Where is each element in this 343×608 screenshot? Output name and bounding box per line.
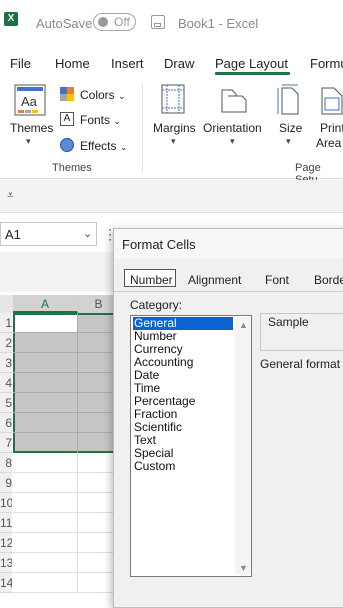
name-box[interactable]: A1 ⌄ xyxy=(0,222,97,246)
select-all-corner[interactable] xyxy=(0,295,13,313)
row-header[interactable]: 4 xyxy=(0,373,12,393)
row-header[interactable]: 10 xyxy=(0,493,12,513)
scroll-up-icon[interactable]: ▲ xyxy=(239,320,248,330)
selection-border xyxy=(13,313,120,453)
fonts-label: Fonts xyxy=(80,113,111,127)
title-bar: X AutoSave Off Book1 - Excel xyxy=(0,0,343,48)
category-scrollbar[interactable]: ▲ ▼ xyxy=(235,317,251,575)
row-header[interactable]: 3 xyxy=(0,353,12,373)
autosave-label: AutoSave xyxy=(36,16,93,31)
category-list[interactable]: General Number Currency Accounting Date Time P… xyxy=(130,315,252,577)
size-button[interactable] xyxy=(276,84,302,119)
print-area-label-1: Print xyxy=(320,121,343,135)
grid-cell[interactable] xyxy=(13,533,78,553)
scroll-down-icon[interactable]: ▼ xyxy=(239,563,248,573)
grid-cell[interactable] xyxy=(13,553,78,573)
colors-label: Colors xyxy=(80,88,115,102)
general-format-note: General format c xyxy=(260,357,343,371)
row-header[interactable]: 7 xyxy=(0,433,12,453)
svg-text:Aa: Aa xyxy=(21,94,38,109)
autosave-state: Off xyxy=(114,15,130,29)
effects-label: Effects xyxy=(80,139,117,153)
ribbon-tab-bar: File Home Insert Draw Page Layout Formu xyxy=(0,48,343,78)
category-item[interactable]: Custom xyxy=(134,460,175,473)
fonts-icon: A xyxy=(60,112,74,126)
column-header-a[interactable]: A xyxy=(13,295,78,313)
row-header[interactable]: 1 xyxy=(0,313,12,333)
print-area-button[interactable] xyxy=(320,84,343,119)
row-header[interactable]: 11 xyxy=(0,513,12,533)
chevron-down-icon: ⌄ xyxy=(113,116,121,126)
selection-gridlines xyxy=(13,332,120,333)
row-header[interactable]: 2 xyxy=(0,333,12,353)
size-label: Size xyxy=(279,121,303,135)
name-box-value: A1 xyxy=(5,227,21,242)
grid-cell[interactable] xyxy=(13,453,78,473)
themes-group-label: Themes xyxy=(52,162,92,174)
colors-button[interactable]: Colors ⌄ xyxy=(80,88,126,102)
effects-icon xyxy=(60,138,74,152)
row-header[interactable]: 8 xyxy=(0,453,12,473)
toggle-knob-icon xyxy=(98,17,108,27)
tab-home[interactable]: Home xyxy=(55,56,90,71)
grid-cell[interactable] xyxy=(13,513,78,533)
row-header[interactable]: 6 xyxy=(0,413,12,433)
chevron-down-icon: ⌄ xyxy=(118,91,126,101)
window-title: Book1 - Excel xyxy=(178,16,259,31)
row-header[interactable]: 13 xyxy=(0,553,12,573)
row-header[interactable]: 5 xyxy=(0,393,12,413)
row-header[interactable]: 12 xyxy=(0,533,12,553)
selection-col-gridline xyxy=(77,313,78,453)
tab-draw[interactable]: Draw xyxy=(164,56,194,71)
tab-insert[interactable]: Insert xyxy=(111,56,144,71)
themes-label: Themes xyxy=(10,121,54,135)
chevron-down-icon: ⌄ xyxy=(83,228,93,240)
themes-button[interactable]: Aa xyxy=(14,84,46,116)
tab-page-layout[interactable]: Page Layout xyxy=(215,56,288,71)
format-cells-dialog: Format Cells Number Alignment Font Borde… xyxy=(113,228,343,608)
tab-file[interactable]: File xyxy=(10,56,31,71)
margins-button[interactable] xyxy=(160,84,188,119)
margins-label: Margins xyxy=(153,121,196,135)
orientation-label: Orientation xyxy=(203,121,262,135)
group-divider xyxy=(142,84,143,172)
tab-alignment[interactable]: Alignment xyxy=(188,273,241,287)
fonts-button[interactable]: Fonts ⌄ xyxy=(80,113,121,127)
size-icon xyxy=(277,84,299,115)
tab-number[interactable]: Number xyxy=(130,273,173,287)
chevron-down-icon: ▾ xyxy=(26,136,31,146)
active-tab-indicator xyxy=(215,72,290,75)
dialog-title: Format Cells xyxy=(122,237,196,252)
excel-logo-icon: X xyxy=(4,12,18,26)
chevron-down-icon: ▾ xyxy=(171,136,176,146)
orientation-button[interactable] xyxy=(218,84,248,119)
print-area-icon xyxy=(321,87,343,115)
colors-icon xyxy=(60,87,74,101)
print-area-label-2: Area xyxy=(316,136,342,150)
category-label: Category: xyxy=(130,298,183,312)
tab-border[interactable]: Borde xyxy=(314,273,343,287)
tab-font[interactable]: Font xyxy=(265,273,289,287)
sample-label: Sample xyxy=(266,315,311,329)
grid-cell[interactable] xyxy=(13,573,78,593)
grid-cell[interactable] xyxy=(13,493,78,513)
row-header[interactable]: 14 xyxy=(0,573,12,593)
orientation-icon xyxy=(221,89,247,113)
autosave-toggle[interactable]: Off xyxy=(93,13,136,31)
row-header[interactable]: 9 xyxy=(0,473,12,493)
tab-divider xyxy=(114,291,343,292)
ribbon: Aa Themes ▾ Colors ⌄ A Fonts ⌄ Effects ⌄… xyxy=(0,78,343,186)
save-icon[interactable] xyxy=(151,15,165,29)
themes-icon: Aa xyxy=(14,84,46,116)
quick-access-toolbar: ⩡ xyxy=(0,180,343,213)
customize-toolbar-icon[interactable]: ⩡ xyxy=(7,188,14,203)
chevron-down-icon: ▾ xyxy=(286,136,291,146)
tab-formulas[interactable]: Formu xyxy=(310,56,343,71)
grid-cell[interactable] xyxy=(13,473,78,493)
margins-icon xyxy=(161,84,185,114)
chevron-down-icon: ⌄ xyxy=(119,142,128,152)
chevron-down-icon: ▾ xyxy=(230,136,235,146)
effects-button[interactable]: Effects ⌄ xyxy=(80,139,127,153)
